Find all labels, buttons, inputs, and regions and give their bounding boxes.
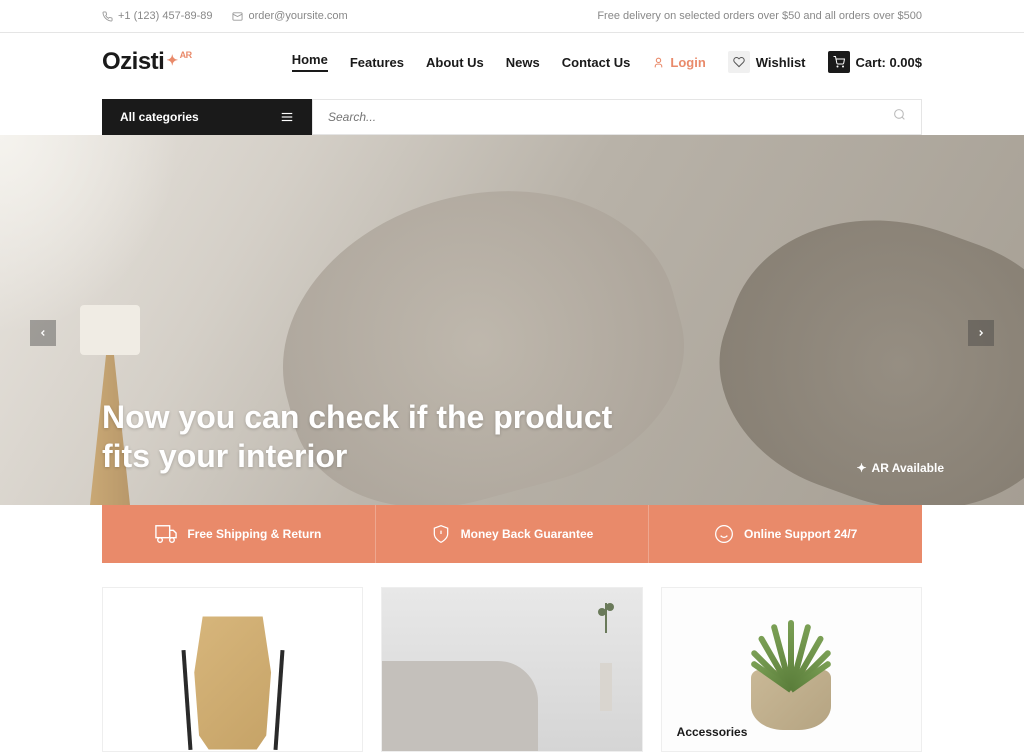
feature-moneyback[interactable]: Money Back Guarantee	[375, 505, 649, 563]
hero-title: Now you can check if the product fits yo…	[102, 398, 922, 475]
main-nav: Home Features About Us News Contact Us L…	[292, 51, 922, 73]
category-card-chair[interactable]	[102, 587, 363, 752]
category-card-sofa[interactable]	[381, 587, 642, 752]
ar-available-badge[interactable]: ✦ AR Available	[856, 461, 944, 475]
logo-text: Ozisti	[102, 48, 164, 76]
category-card-accessories[interactable]: Accessories	[661, 587, 922, 752]
ar-logo-icon: ✦	[166, 52, 177, 69]
search-input[interactable]	[328, 100, 893, 134]
cart-link[interactable]: Cart: 0.00$	[828, 51, 922, 73]
feature-support[interactable]: Online Support 24/7	[648, 505, 922, 563]
slider-prev-button[interactable]	[30, 320, 56, 346]
nav-news[interactable]: News	[506, 55, 540, 70]
mail-icon	[232, 11, 243, 22]
cart-icon	[828, 51, 850, 73]
feature-shipping-label: Free Shipping & Return	[187, 527, 321, 541]
heart-icon	[728, 51, 750, 73]
slider-next-button[interactable]	[968, 320, 994, 346]
header: Ozisti ✦ AR Home Features About Us News …	[0, 33, 1024, 91]
user-icon	[652, 56, 665, 69]
features-bar: Free Shipping & Return Money Back Guaran…	[102, 505, 922, 563]
sofa-image	[382, 588, 641, 751]
hero-slider: Now you can check if the product fits yo…	[0, 135, 1024, 505]
feature-shipping[interactable]: Free Shipping & Return	[102, 505, 375, 563]
chair-image	[103, 588, 362, 751]
nav-features[interactable]: Features	[350, 55, 404, 70]
logo-badge: AR	[180, 50, 192, 60]
delivery-notice: Free delivery on selected orders over $5…	[597, 10, 922, 22]
category-cards: Accessories	[102, 587, 922, 752]
search-button[interactable]	[893, 108, 906, 126]
shield-icon	[431, 524, 451, 544]
logo[interactable]: Ozisti ✦ AR	[102, 48, 192, 76]
accessories-label: Accessories	[677, 725, 748, 739]
hero-title-line2: fits your interior	[102, 437, 922, 475]
feature-moneyback-label: Money Back Guarantee	[461, 527, 594, 541]
nav-contact[interactable]: Contact Us	[562, 55, 631, 70]
login-link[interactable]: Login	[652, 55, 705, 70]
categories-dropdown[interactable]: All categories	[102, 99, 312, 135]
wishlist-label: Wishlist	[756, 55, 806, 70]
phone-icon	[102, 11, 113, 22]
login-label: Login	[670, 55, 705, 70]
ar-label: AR Available	[872, 461, 944, 475]
truck-icon	[155, 523, 177, 545]
phone-link[interactable]: +1 (123) 457-89-89	[102, 10, 212, 22]
nav-about[interactable]: About Us	[426, 55, 484, 70]
nav-home[interactable]: Home	[292, 52, 328, 72]
wishlist-link[interactable]: Wishlist	[728, 51, 806, 73]
menu-icon	[280, 110, 294, 124]
searchbar: All categories	[102, 99, 922, 135]
email-text: order@yoursite.com	[248, 10, 347, 22]
email-link[interactable]: order@yoursite.com	[232, 10, 347, 22]
headset-icon	[714, 524, 734, 544]
feature-support-label: Online Support 24/7	[744, 527, 857, 541]
ar-icon: ✦	[856, 461, 866, 475]
topbar: +1 (123) 457-89-89 order@yoursite.com Fr…	[0, 0, 1024, 33]
categories-label: All categories	[120, 110, 199, 124]
cart-label: Cart: 0.00$	[856, 55, 922, 70]
hero-title-line1: Now you can check if the product	[102, 398, 922, 436]
phone-text: +1 (123) 457-89-89	[118, 10, 212, 22]
